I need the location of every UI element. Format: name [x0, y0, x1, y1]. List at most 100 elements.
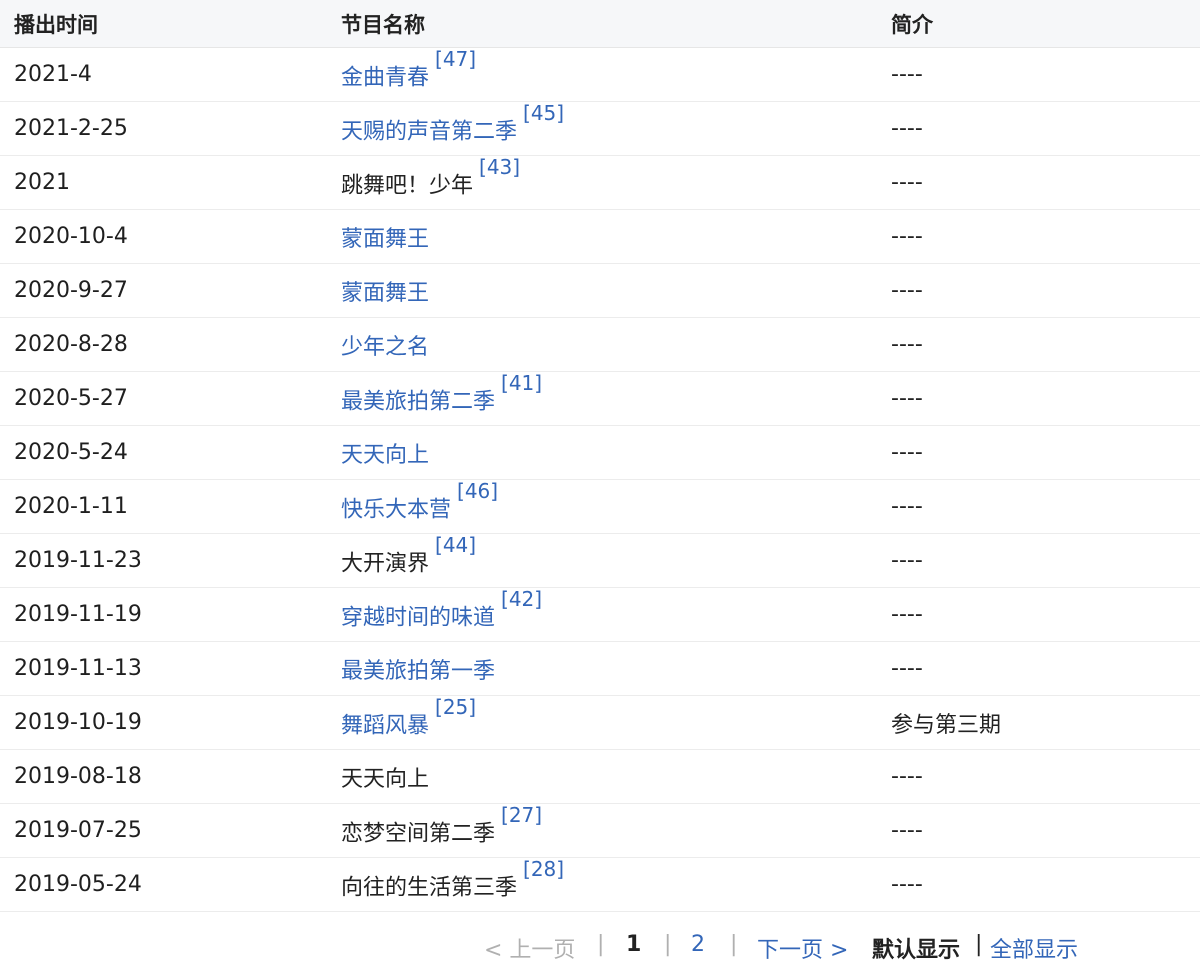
air-date-cell: 2020-9-27: [0, 263, 327, 318]
reference-link[interactable]: [41]: [501, 372, 542, 396]
reference-link[interactable]: [47]: [435, 48, 476, 72]
description-cell: ----: [877, 371, 1200, 426]
air-date-cell: 2020-1-11: [0, 479, 327, 534]
description-cell: ----: [877, 533, 1200, 588]
table-row: 2019-11-19 穿越时间的味道[42] ----: [0, 587, 1200, 642]
program-name-link[interactable]: 蒙面舞王: [341, 281, 429, 306]
program-name-text: 恋梦空间第二季: [341, 821, 496, 847]
table-row: 2019-10-19 舞蹈风暴[25] 参与第三期: [0, 695, 1200, 750]
description-cell: ----: [877, 857, 1200, 912]
program-name-text: 大开演界: [341, 551, 430, 577]
air-date-cell: 2019-11-23: [0, 533, 327, 588]
description-cell: ----: [877, 101, 1200, 156]
program-name-text: 跳舞吧！少年: [341, 173, 474, 199]
air-date-cell: 2020-5-27: [0, 371, 327, 426]
description-cell: ----: [877, 155, 1200, 210]
reference-link[interactable]: [28]: [523, 858, 564, 882]
table-row: 2020-8-28 少年之名 ----: [0, 317, 1200, 372]
program-name-link[interactable]: 最美旅拍第一季: [341, 659, 495, 684]
program-name-link[interactable]: 快乐大本营: [341, 498, 451, 523]
program-name-cell: 天天向上: [327, 425, 877, 480]
page-2-link[interactable]: 2: [691, 932, 705, 957]
table-row: 2020-1-11 快乐大本营[46] ----: [0, 479, 1200, 534]
program-list-page: 播出时间 节目名称 简介 2021-4 金曲青春[47] ---- 2021-2-25…: [0, 0, 1200, 974]
table-row: 2019-05-24 向往的生活第三季[28] ----: [0, 857, 1200, 912]
air-date-cell: 2019-11-13: [0, 641, 327, 696]
description-cell: ----: [877, 641, 1200, 696]
description-cell: ----: [877, 47, 1200, 102]
program-name-cell: 向往的生活第三季[28]: [327, 857, 877, 912]
program-name-link[interactable]: 少年之名: [341, 335, 429, 360]
program-name-link[interactable]: 穿越时间的味道: [341, 606, 495, 631]
table-row: 2019-07-25 恋梦空间第二季[27] ----: [0, 803, 1200, 858]
next-page-button[interactable]: 下一页 >: [757, 932, 848, 964]
table-row: 2020-5-27 最美旅拍第二季[41] ----: [0, 371, 1200, 426]
program-name-link[interactable]: 最美旅拍第二季: [341, 390, 495, 415]
pager-separator: |: [664, 932, 672, 957]
program-name-cell: 恋梦空间第二季[27]: [327, 803, 877, 858]
reference-link[interactable]: [27]: [501, 804, 542, 828]
program-table: 播出时间 节目名称 简介 2021-4 金曲青春[47] ---- 2021-2-25…: [0, 0, 1200, 912]
table-row: 2020-10-4 蒙面舞王 ----: [0, 209, 1200, 264]
program-name-link[interactable]: 天天向上: [341, 443, 429, 468]
reference-link[interactable]: [42]: [501, 588, 542, 612]
program-name-cell: 天赐的声音第二季[45]: [327, 101, 877, 156]
air-date-cell: 2019-08-18: [0, 749, 327, 804]
air-date-cell: 2020-5-24: [0, 425, 327, 480]
header-description: 简介: [877, 0, 1200, 48]
reference-link[interactable]: [44]: [435, 534, 476, 558]
program-name-cell: 穿越时间的味道[42]: [327, 587, 877, 642]
page-1-current: 1: [626, 932, 642, 957]
header-program-name: 节目名称: [327, 0, 877, 48]
show-all-toggle[interactable]: 全部显示: [990, 932, 1078, 964]
air-date-cell: 2019-05-24: [0, 857, 327, 912]
prev-page-button[interactable]: < 上一页: [484, 932, 575, 964]
air-date-cell: 2020-8-28: [0, 317, 327, 372]
description-cell: ----: [877, 587, 1200, 642]
table-body: 2021-4 金曲青春[47] ---- 2021-2-25 天赐的声音第二季[45] -…: [0, 47, 1200, 912]
reference-link[interactable]: [43]: [479, 156, 520, 180]
description-cell: ----: [877, 317, 1200, 372]
program-name-cell: 快乐大本营[46]: [327, 479, 877, 534]
program-name-text: 向往的生活第三季: [341, 875, 518, 901]
table-row: 2021 跳舞吧！少年[43] ----: [0, 155, 1200, 210]
air-date-cell: 2019-07-25: [0, 803, 327, 858]
program-name-cell: 最美旅拍第一季: [327, 641, 877, 696]
description-cell: ----: [877, 263, 1200, 318]
description-cell: ----: [877, 425, 1200, 480]
air-date-cell: 2021-2-25: [0, 101, 327, 156]
program-name-link[interactable]: 金曲青春: [341, 66, 429, 91]
reference-link[interactable]: [25]: [435, 696, 476, 720]
program-name-cell: 少年之名: [327, 317, 877, 372]
pager-separator: |: [597, 932, 605, 957]
program-name-cell: 金曲青春[47]: [327, 47, 877, 102]
air-date-cell: 2021-4: [0, 47, 327, 102]
table-row: 2019-11-23 大开演界[44] ----: [0, 533, 1200, 588]
table-header-row: 播出时间 节目名称 简介: [0, 0, 1200, 48]
table-row: 2019-08-18 天天向上 ----: [0, 749, 1200, 804]
pagination: < 上一页 | 1 | 2 | 下一页 > 默认显示 | 全部显示: [0, 920, 1200, 974]
table-row: 2020-9-27 蒙面舞王 ----: [0, 263, 1200, 318]
air-date-cell: 2020-10-4: [0, 209, 327, 264]
program-name-cell: 大开演界[44]: [327, 533, 877, 588]
description-cell: ----: [877, 209, 1200, 264]
program-name-cell: 最美旅拍第二季[41]: [327, 371, 877, 426]
program-name-cell: 蒙面舞王: [327, 209, 877, 264]
air-date-cell: 2019-10-19: [0, 695, 327, 750]
program-name-link[interactable]: 舞蹈风暴: [341, 714, 429, 739]
table-row: 2020-5-24 天天向上 ----: [0, 425, 1200, 480]
reference-link[interactable]: [45]: [523, 102, 564, 126]
program-name-text: 天天向上: [341, 766, 430, 792]
program-name-link[interactable]: 蒙面舞王: [341, 227, 429, 252]
description-cell: 参与第三期: [877, 695, 1200, 750]
default-view-toggle[interactable]: 默认显示: [872, 932, 960, 964]
reference-link[interactable]: [46]: [457, 480, 498, 504]
program-name-link[interactable]: 天赐的声音第二季: [341, 120, 517, 145]
view-toggle-divider: |: [975, 932, 983, 957]
air-date-cell: 2019-11-19: [0, 587, 327, 642]
header-air-date: 播出时间: [0, 0, 327, 48]
table-row: 2019-11-13 最美旅拍第一季 ----: [0, 641, 1200, 696]
description-cell: ----: [877, 749, 1200, 804]
description-cell: ----: [877, 479, 1200, 534]
program-name-cell: 舞蹈风暴[25]: [327, 695, 877, 750]
